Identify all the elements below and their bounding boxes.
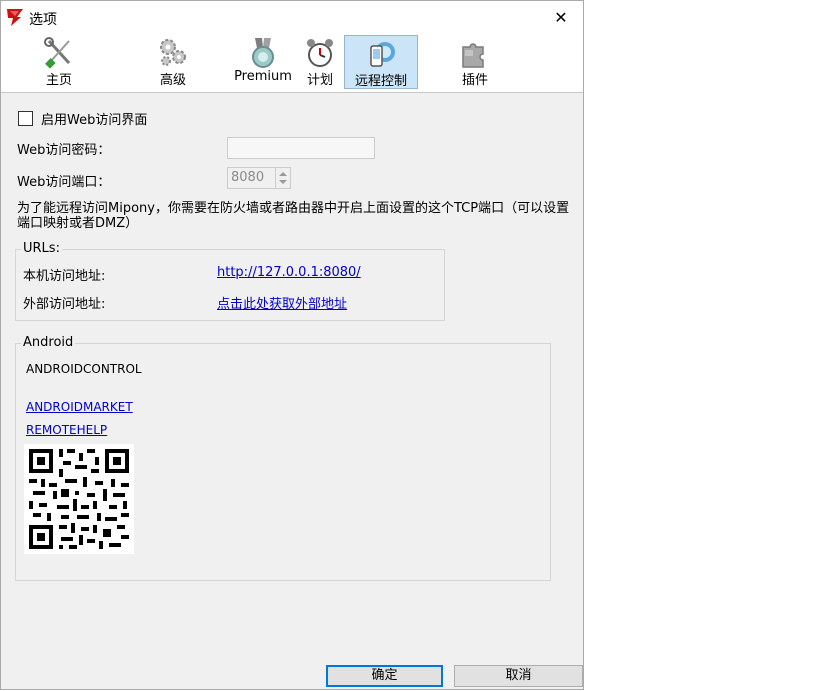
puzzle-icon	[462, 43, 484, 68]
spin-up-icon[interactable]	[279, 172, 287, 176]
android-control-text: ANDROIDCONTROL	[26, 362, 142, 376]
web-port-stepper[interactable]: 8080	[227, 167, 291, 189]
external-address-label: 外部访问地址:	[23, 297, 106, 312]
remote-help-link[interactable]: REMOTEHELP	[26, 423, 107, 437]
tab-remote-control-label: 远程控制	[354, 74, 407, 89]
port-spin-arrows[interactable]	[275, 168, 290, 188]
web-port-label: Web访问端口：	[17, 175, 111, 190]
options-dialog: 选项 ✕ 主页 高级 Premium 计划 远程控制 插件 启用Web访问界面 …	[0, 0, 584, 690]
tab-schedule[interactable]: 计划	[299, 35, 341, 89]
web-password-field[interactable]	[227, 137, 375, 159]
web-port-value: 8080	[231, 170, 265, 185]
local-address-label: 本机访问地址:	[23, 269, 106, 284]
qr-code-graphic	[24, 444, 134, 554]
web-password-label: Web访问密码：	[17, 143, 111, 158]
android-group-title: Android	[21, 335, 76, 350]
close-icon[interactable]: ✕	[554, 8, 567, 27]
phone-remote-icon	[370, 42, 395, 67]
ok-button[interactable]: 确定	[326, 665, 443, 687]
tab-remote-control[interactable]: 远程控制	[344, 35, 418, 89]
window-title: 选项	[29, 12, 57, 28]
tab-advanced[interactable]: 高级	[135, 35, 211, 89]
qr-code-icon	[24, 444, 134, 554]
medal-icon	[252, 38, 274, 68]
urls-group-title: URLs:	[21, 241, 62, 256]
tab-main[interactable]: 主页	[21, 35, 97, 89]
close-button[interactable]: ✕	[539, 1, 583, 33]
options-toolbar: 主页 高级 Premium 计划 远程控制 插件	[1, 33, 583, 93]
gears-icon	[160, 39, 186, 66]
enable-web-checkbox-row[interactable]: 启用Web访问界面	[18, 109, 147, 128]
tab-premium[interactable]: Premium	[229, 35, 297, 89]
enable-web-label: 启用Web访问界面	[41, 113, 148, 128]
cancel-button[interactable]: 取消	[454, 665, 583, 687]
tab-plugins[interactable]: 插件	[437, 35, 513, 89]
get-external-address-link[interactable]: 点击此处获取外部地址	[217, 293, 347, 312]
tab-advanced-label: 高级	[159, 73, 186, 88]
tab-schedule-label: 计划	[306, 73, 333, 88]
title-bar: 选项 ✕	[1, 1, 583, 33]
local-address-link[interactable]: http://127.0.0.1:8080/	[217, 265, 361, 280]
android-market-link[interactable]: ANDROIDMARKET	[26, 400, 133, 414]
tab-premium-label: Premium	[234, 69, 292, 84]
alarm-clock-icon	[307, 39, 333, 67]
spin-down-icon[interactable]	[279, 180, 287, 184]
enable-web-checkbox[interactable]	[18, 111, 33, 126]
tab-main-label: 主页	[45, 73, 72, 88]
mipony-logo-icon	[7, 9, 23, 26]
tab-plugins-label: 插件	[461, 73, 488, 88]
tools-icon	[44, 37, 71, 69]
firewall-description: 为了能远程访问Mipony，你需要在防火墙或者路由器中开启上面设置的这个TCP端…	[17, 201, 570, 231]
